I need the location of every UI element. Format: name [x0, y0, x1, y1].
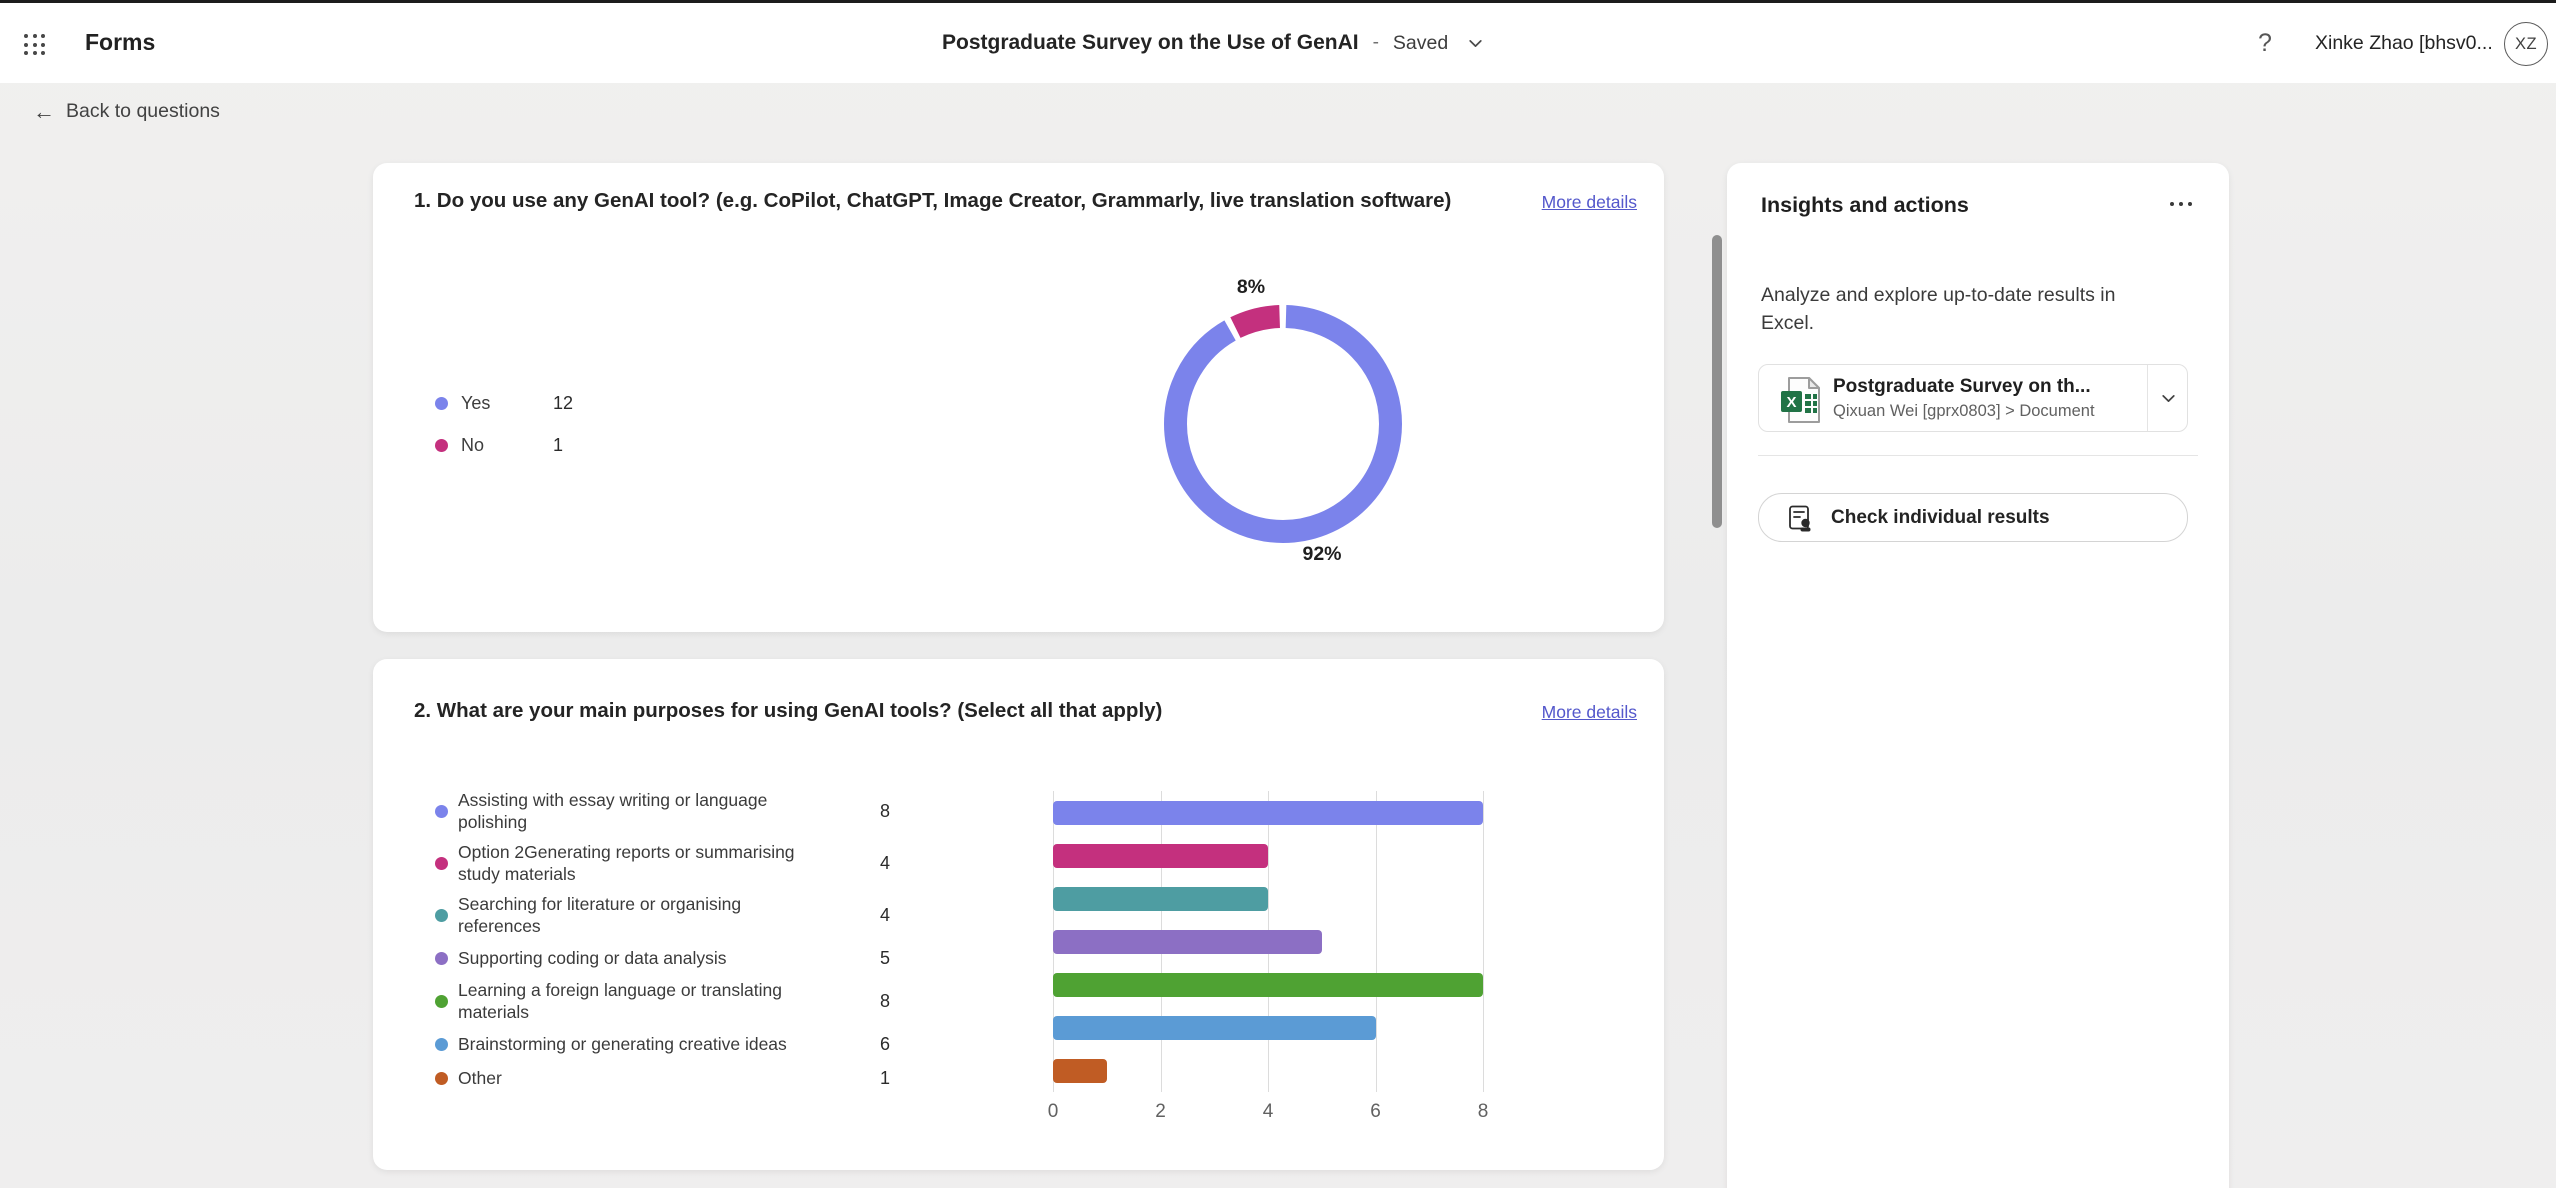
insights-description: Analyze and explore up-to-date results i…: [1761, 281, 2161, 338]
document-title: Postgraduate Survey on the Use of GenAI: [942, 31, 1359, 55]
legend-dot: [435, 805, 448, 818]
question-1-card: 1. Do you use any GenAI tool? (e.g. CoPi…: [373, 163, 1664, 632]
app-name: Forms: [85, 29, 155, 56]
excel-file-location: Qixuan Wei [gprx0803] > Document: [1833, 402, 2125, 421]
clipboard-person-icon: [1787, 504, 1813, 532]
legend-count: 8: [880, 801, 890, 822]
legend-count: 12: [553, 393, 573, 414]
legend-item: Option 2Generating reports or summarisin…: [435, 839, 915, 887]
axis-tick-label: 8: [1478, 1101, 1489, 1123]
avatar[interactable]: XZ: [2504, 22, 2548, 66]
back-arrow-icon: ←: [33, 101, 55, 123]
excel-icon: X: [1779, 376, 1823, 429]
legend-count: 4: [880, 853, 890, 874]
legend-label: No: [461, 435, 553, 456]
legend-label: Searching for literature or organising r…: [458, 893, 810, 938]
legend-dot-yes: [435, 397, 448, 410]
legend-dot: [435, 1038, 448, 1051]
legend-dot: [435, 857, 448, 870]
axis-tick-label: 0: [1048, 1101, 1059, 1123]
legend-count: 5: [880, 948, 890, 969]
title-separator: -: [1373, 32, 1379, 54]
legend-count: 1: [553, 435, 563, 456]
sub-header: ← Back to questions: [0, 83, 2556, 145]
legend-label: Brainstorming or generating creative ide…: [458, 1033, 787, 1055]
legend-label: Yes: [461, 393, 553, 414]
legend-count: 4: [880, 905, 890, 926]
legend-item: Yes 12: [435, 390, 573, 416]
back-label: Back to questions: [66, 100, 220, 123]
bar: [1053, 887, 1268, 911]
axis-tick-label: 4: [1263, 1101, 1274, 1123]
bar: [1053, 1016, 1376, 1040]
donut-chart: [1164, 305, 1402, 543]
excel-file-texts: Postgraduate Survey on th... Qixuan Wei …: [1833, 376, 2125, 421]
bar-plot: [1053, 791, 1483, 1092]
divider: [1758, 455, 2198, 456]
legend-label: Option 2Generating reports or summarisin…: [458, 841, 810, 886]
excel-file-card[interactable]: X Postgraduate Survey on th... Qixuan We…: [1758, 364, 2188, 432]
question-2-card: 2. What are your main purposes for using…: [373, 659, 1664, 1170]
legend-dot: [435, 952, 448, 965]
legend-label: Other: [458, 1067, 502, 1089]
check-individual-results-label: Check individual results: [1831, 507, 2050, 529]
save-status: Saved: [1393, 32, 1448, 55]
legend-count: 6: [880, 1034, 890, 1055]
vertical-scrollbar[interactable]: [1712, 235, 1722, 528]
legend-item: Brainstorming or generating creative ide…: [435, 1029, 915, 1059]
axis-tick-label: 6: [1370, 1101, 1381, 1123]
bar: [1053, 1059, 1107, 1083]
bar: [1053, 973, 1483, 997]
legend-item: Searching for literature or organising r…: [435, 891, 915, 939]
legend-label: Supporting coding or data analysis: [458, 947, 727, 969]
user-name[interactable]: Xinke Zhao [bhsv0...: [2315, 32, 2501, 55]
bar: [1053, 930, 1322, 954]
excel-card-chevron-icon[interactable]: [2148, 365, 2188, 431]
app-launcher-icon[interactable]: [24, 34, 45, 55]
donut-percent-label-no: 8%: [1211, 276, 1291, 299]
document-title-group: Postgraduate Survey on the Use of GenAI …: [942, 3, 1488, 83]
legend-dot: [435, 995, 448, 1008]
legend-dot: [435, 909, 448, 922]
legend-item: Supporting coding or data analysis 5: [435, 943, 915, 973]
save-status-chevron-icon[interactable]: [1462, 30, 1488, 56]
more-options-icon[interactable]: [2163, 191, 2199, 217]
legend-item: No 1: [435, 432, 563, 458]
axis-tick-label: 2: [1155, 1101, 1166, 1123]
bar: [1053, 844, 1268, 868]
legend-label: Assisting with essay writing or language…: [458, 789, 810, 834]
legend-count: 8: [880, 991, 890, 1012]
back-to-questions-link[interactable]: ← Back to questions: [33, 100, 220, 123]
legend-count: 1: [880, 1068, 890, 1089]
help-icon[interactable]: ?: [2250, 25, 2280, 61]
check-individual-results-button[interactable]: Check individual results: [1758, 493, 2188, 542]
top-bar: Forms Postgraduate Survey on the Use of …: [0, 3, 2556, 83]
question-2-title: 2. What are your main purposes for using…: [414, 699, 1162, 723]
legend-item: Assisting with essay writing or language…: [435, 787, 915, 835]
bar-chart-legend: Assisting with essay writing or language…: [435, 787, 915, 1093]
question-1-more-details-link[interactable]: More details: [1542, 192, 1637, 213]
question-2-more-details-link[interactable]: More details: [1542, 702, 1637, 723]
gridline: [1376, 791, 1377, 1092]
forms-results-page: Forms Postgraduate Survey on the Use of …: [0, 0, 2556, 1188]
donut-percent-label-yes: 92%: [1282, 543, 1362, 566]
legend-dot-no: [435, 439, 448, 452]
legend-item: Other 1: [435, 1063, 915, 1093]
insights-panel: Insights and actions Analyze and explore…: [1727, 163, 2229, 1188]
bar-x-axis: 02468: [1053, 1101, 1483, 1125]
insights-title: Insights and actions: [1761, 193, 1969, 218]
legend-item: Learning a foreign language or translati…: [435, 977, 915, 1025]
question-1-title: 1. Do you use any GenAI tool? (e.g. CoPi…: [414, 189, 1451, 213]
svg-text:X: X: [1786, 394, 1796, 411]
legend-dot: [435, 1072, 448, 1085]
excel-file-name: Postgraduate Survey on th...: [1833, 376, 2125, 398]
legend-label: Learning a foreign language or translati…: [458, 979, 810, 1024]
gridline: [1483, 791, 1484, 1092]
bar: [1053, 801, 1483, 825]
